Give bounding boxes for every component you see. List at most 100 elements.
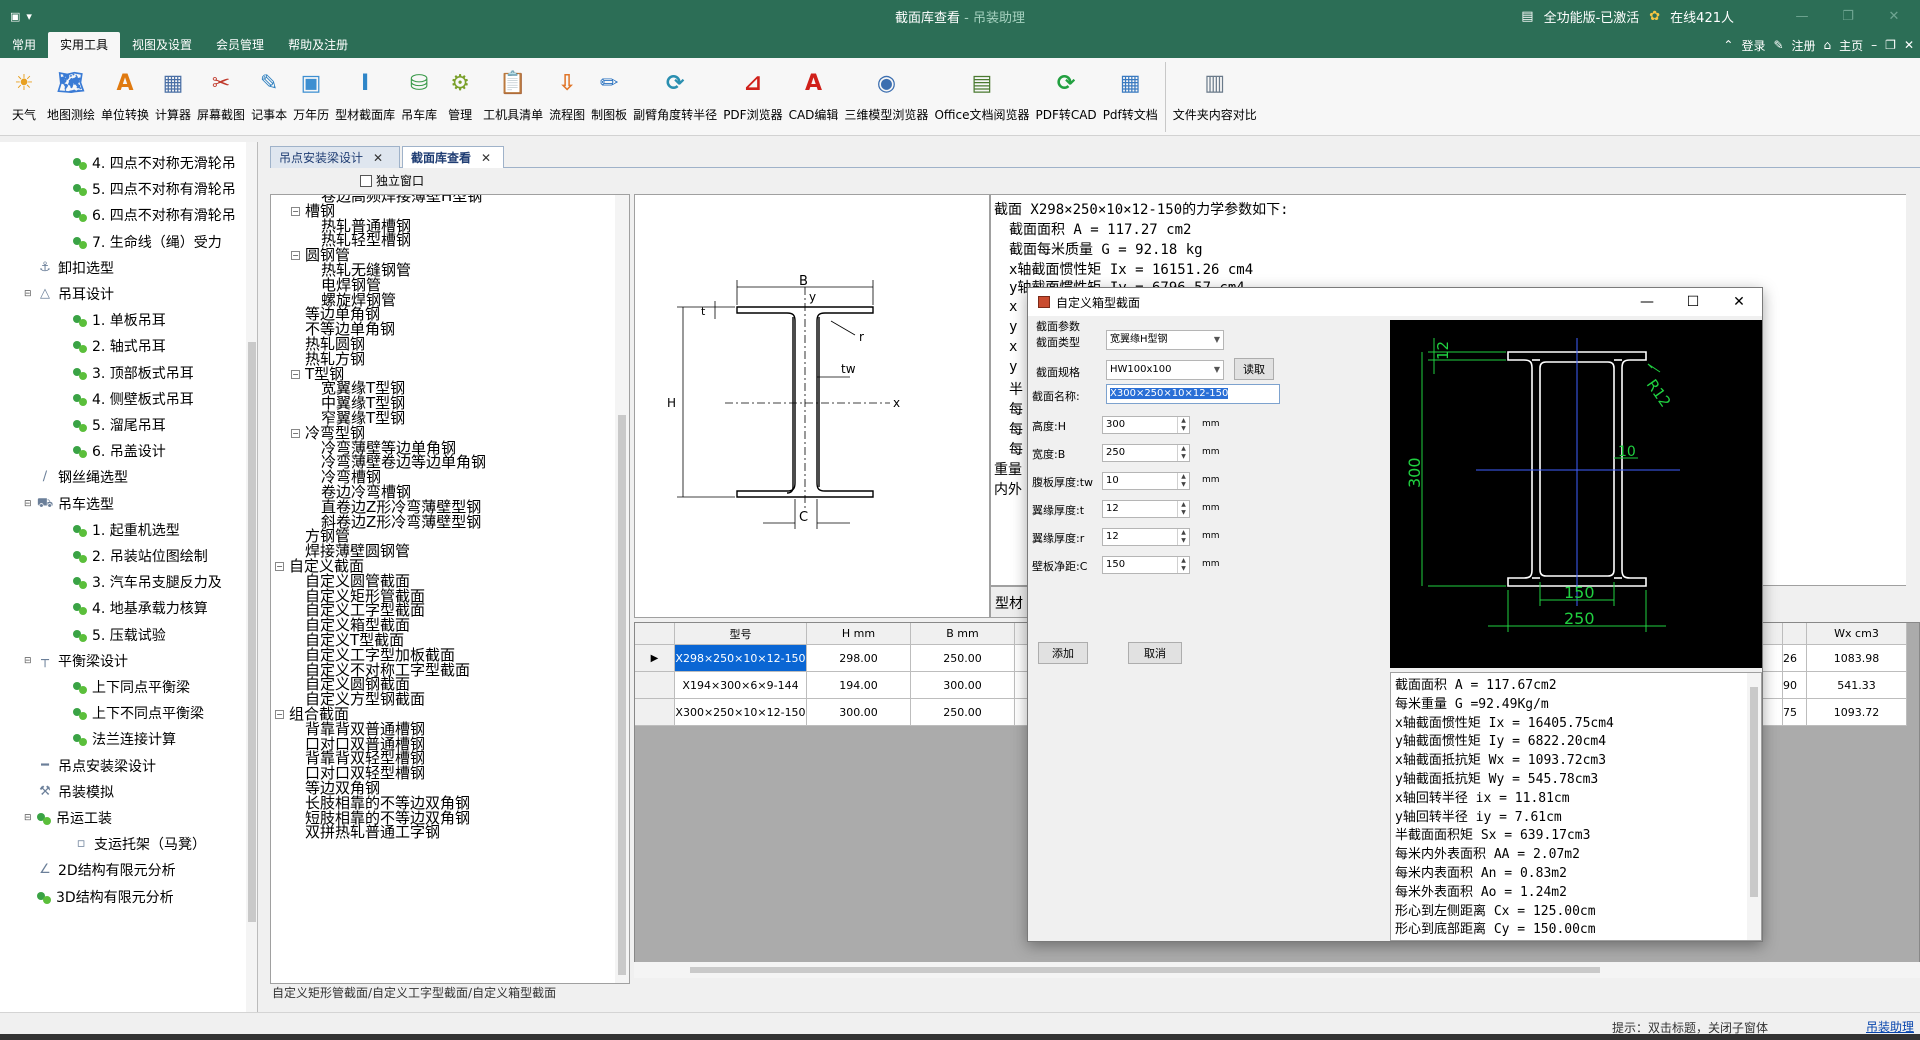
column-header[interactable]: Wx cm3 <box>1807 623 1907 645</box>
sidebar-item[interactable]: 1. 起重机选型 <box>60 517 180 543</box>
ribbon-item[interactable]: I 型材截面库 <box>332 58 398 132</box>
sidebar-item[interactable]: 上下不同点平衡梁 <box>60 700 204 726</box>
register-link[interactable]: 注册 <box>1792 37 1816 54</box>
sidebar-item[interactable]: 3. 汽车吊支腿反力及 <box>60 569 222 595</box>
table-cell[interactable]: 300.00 <box>911 672 1015 699</box>
spin-buttons[interactable]: ▲ ▼ <box>1177 557 1189 573</box>
tab-utilities[interactable]: 实用工具 <box>48 32 121 58</box>
collapse-icon[interactable]: − <box>275 562 284 571</box>
dimension-input[interactable]: 10 ▲ ▼ <box>1102 472 1190 490</box>
table-cell[interactable]: 250.00 <box>911 645 1015 672</box>
sidebar-item[interactable]: ∠ 2D结构有限元分析 <box>24 857 176 883</box>
sidebar-item[interactable]: 2. 吊装站位图绘制 <box>60 543 208 569</box>
table-cell[interactable]: 1093.72 <box>1807 699 1907 726</box>
maximize-button[interactable]: ❐ <box>1830 9 1866 24</box>
collapse-icon[interactable]: − <box>291 251 300 261</box>
collapse-icon[interactable]: − <box>291 428 300 438</box>
sidebar-item[interactable]: ⚓ 卸扣选型 <box>24 255 114 281</box>
sidebar-scroll-thumb[interactable] <box>248 342 256 922</box>
ribbon-item[interactable]: A CAD编辑 <box>786 58 842 132</box>
dialog-title-bar[interactable]: 自定义箱型截面 — ☐ ✕ <box>1028 288 1762 316</box>
table-cell[interactable]: 298.00 <box>807 645 911 672</box>
ribbon-item[interactable]: ⛁ 吊车库 <box>398 58 440 132</box>
sidebar-item[interactable]: 4. 地基承载力核算 <box>60 595 208 621</box>
collapse-icon[interactable]: ⊟ <box>24 499 36 509</box>
tab-section-library[interactable]: 截面库查看 ✕ <box>402 146 504 168</box>
chevron-up-icon[interactable]: ⌃ <box>1723 38 1733 52</box>
table-cell[interactable]: 75 <box>1783 699 1807 726</box>
dimension-input[interactable]: 250 ▲ ▼ <box>1102 444 1190 462</box>
collapse-icon[interactable]: − <box>291 369 300 379</box>
ribbon-item[interactable]: ▣ 万年历 <box>290 58 332 132</box>
tab-membership[interactable]: 会员管理 <box>204 32 276 58</box>
tree-item[interactable]: 双拼热轧普通工字钢 <box>305 823 440 841</box>
ribbon-item[interactable]: ◉ 三维模型浏览器 <box>841 58 931 132</box>
ribbon-item[interactable]: ✏ 制图板 <box>588 58 630 132</box>
section-spec-select[interactable]: HW100x100 ▼ <box>1106 360 1224 380</box>
login-link[interactable]: 登录 <box>1741 37 1765 54</box>
sidebar-item[interactable]: 5. 溜尾吊耳 <box>60 412 166 438</box>
sidebar-item[interactable]: 上下同点平衡梁 <box>60 674 190 700</box>
sidebar-item[interactable]: 3. 顶部板式吊耳 <box>60 360 194 386</box>
section-name-input[interactable]: X300×250×10×12-150 <box>1106 384 1280 404</box>
table-cell[interactable]: X298×250×10×12-150 <box>675 645 807 672</box>
ribbon-item[interactable]: ▤ Office文档阅览器 <box>931 58 1032 132</box>
ribbon-item[interactable]: 📋 工机具清单 <box>480 58 546 132</box>
table-cell[interactable]: 26 <box>1783 645 1807 672</box>
tree-item[interactable]: 卷边高频焊接薄壁H型钢 <box>321 195 482 205</box>
sidebar-item[interactable]: 1. 单板吊耳 <box>60 307 166 333</box>
tree-scroll-thumb[interactable] <box>618 415 626 975</box>
checkbox-box[interactable] <box>360 174 372 187</box>
ribbon-item[interactable]: 🗺 地图测绘 <box>44 58 98 132</box>
spin-buttons[interactable]: ▲ ▼ <box>1177 473 1189 489</box>
minimize-button[interactable]: — <box>1784 9 1820 24</box>
table-cell[interactable]: X194×300×6×9-144 <box>675 672 807 699</box>
read-button[interactable]: 读取 <box>1234 358 1274 380</box>
dialog-minimize-button[interactable]: — <box>1624 288 1670 316</box>
status-app-link[interactable]: 吊装助理 <box>1866 1018 1914 1035</box>
mdi-close-button[interactable]: ✕ <box>1904 38 1914 52</box>
sidebar-item[interactable]: ⊟ 吊运工装 <box>24 805 112 831</box>
sidebar-item[interactable]: 7. 生命线（绳）受力 <box>60 229 222 255</box>
independent-window-checkbox[interactable]: 独立窗口 <box>360 172 424 189</box>
mdi-restore-button[interactable]: ❐ <box>1885 38 1896 52</box>
dimension-input[interactable]: 300 ▲ ▼ <box>1102 416 1190 434</box>
table-cell[interactable]: 300.00 <box>807 699 911 726</box>
dimension-input[interactable]: 12 ▲ ▼ <box>1102 500 1190 518</box>
table-cell[interactable]: 541.33 <box>1807 672 1907 699</box>
home-link[interactable]: 主页 <box>1839 37 1863 54</box>
spin-buttons[interactable]: ▲ ▼ <box>1177 501 1189 517</box>
collapse-icon[interactable]: − <box>291 206 300 216</box>
ribbon-item[interactable]: ✎ 记事本 <box>248 58 290 132</box>
collapse-icon[interactable]: ⊟ <box>24 289 36 299</box>
sidebar-item[interactable]: 4. 四点不对称无滑轮吊 <box>60 150 236 176</box>
ribbon-item[interactable]: ⟳ PDF转CAD <box>1032 58 1099 132</box>
dimension-input[interactable]: 12 ▲ ▼ <box>1102 528 1190 546</box>
table-cell[interactable]: X300×250×10×12-150 <box>675 699 807 726</box>
sidebar-item[interactable]: ▫ 支运托架（马凳） <box>60 831 206 857</box>
ribbon-item[interactable]: A 单位转换 <box>98 58 152 132</box>
spin-buttons[interactable]: ▲ ▼ <box>1177 445 1189 461</box>
sidebar-item[interactable]: 6. 四点不对称有滑轮吊 <box>60 202 236 228</box>
sidebar-item[interactable]: 4. 侧壁板式吊耳 <box>60 386 194 412</box>
ribbon-item[interactable]: ⚙ 管理 <box>440 58 480 132</box>
sidebar-item[interactable]: 2. 轴式吊耳 <box>60 333 166 359</box>
table-cell[interactable]: 90 <box>1783 672 1807 699</box>
app-menu-icon[interactable]: ▣ <box>10 10 20 23</box>
section-type-select[interactable]: 宽翼缘H型钢 ▼ <box>1106 330 1224 350</box>
sidebar-item[interactable]: ━ 吊点安装梁设计 <box>24 753 156 779</box>
collapse-icon[interactable]: ⊟ <box>24 656 36 666</box>
sidebar-item[interactable]: 5. 压载试验 <box>60 622 166 648</box>
table-cell[interactable]: 1083.98 <box>1807 645 1907 672</box>
tab-help-register[interactable]: 帮助及注册 <box>276 32 360 58</box>
results-scroll-thumb[interactable] <box>1750 687 1758 897</box>
grid-scroll-thumb[interactable] <box>690 967 1600 973</box>
ribbon-item[interactable]: ⟳ 副臂角度转半径 <box>630 58 720 132</box>
tab-common[interactable]: 常用 <box>0 32 48 58</box>
sidebar-item[interactable]: 法兰连接计算 <box>60 726 176 752</box>
sidebar-item[interactable]: ⚒ 吊装模拟 <box>24 779 114 805</box>
sidebar-item[interactable]: 3D结构有限元分析 <box>24 884 174 910</box>
mdi-minimize-button[interactable]: – <box>1871 38 1877 52</box>
sidebar-item[interactable]: ∕ 钢丝绳选型 <box>24 464 128 490</box>
sidebar-item[interactable]: ⊟ △ 吊耳设计 <box>24 281 114 307</box>
